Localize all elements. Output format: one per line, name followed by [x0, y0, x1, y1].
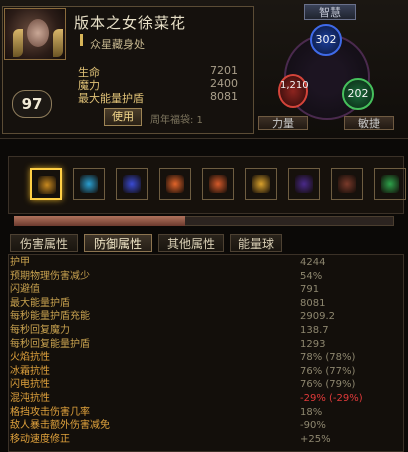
stat-row-label: 移动速度修正	[10, 433, 70, 445]
orb-icon	[338, 175, 356, 193]
dexterity-orb[interactable]: 202	[342, 78, 374, 110]
tab-energy-orb[interactable]: 能量球	[230, 234, 282, 252]
stat-row-value: 76% (79%)	[300, 379, 356, 391]
bolt-slot[interactable]	[245, 168, 277, 200]
stat-row-value: 78% (78%)	[300, 352, 356, 364]
stat-row: 移动速度修正 +25%	[10, 434, 400, 445]
sword-icon	[38, 176, 56, 194]
stat-row: 格挡攻击伤害几率 18%	[10, 407, 400, 418]
stat-row-value: 18%	[300, 406, 323, 418]
runner-icon	[80, 175, 98, 193]
stat-row-label: 闪避值	[10, 284, 40, 296]
stat-label: 最大能量护盾	[78, 92, 144, 105]
level-badge: 97	[12, 90, 52, 118]
wave-slot[interactable]	[288, 168, 320, 200]
stat-row-value: 791	[300, 284, 320, 296]
stat-row: 冰霜抗性 76% (77%)	[10, 366, 400, 377]
stat-row: 每秒回复能量护盾 1293	[10, 339, 400, 350]
stat-row-label: 每秒回复魔力	[10, 325, 70, 336]
stat-life: 生命 7201	[78, 64, 238, 79]
wisdom-orb[interactable]: 302	[310, 24, 342, 56]
stat-row-label: 每秒能量护盾充能	[10, 311, 90, 323]
stat-row: 闪电抗性 76% (79%)	[10, 379, 400, 390]
attribute-orbs: 智慧 302 1,210 202 力量 敏捷	[258, 4, 408, 134]
arcane-slot[interactable]	[116, 168, 148, 200]
character-subline: 众星藏身处	[90, 38, 145, 51]
wisdom-label: 智慧	[304, 4, 356, 20]
stat-row: 火焰抗性 78% (78%)	[10, 352, 400, 363]
character-portrait[interactable]	[4, 8, 66, 60]
stat-energy-shield: 最大能量护盾 8081	[78, 90, 238, 105]
chest-icon	[381, 175, 399, 193]
dash-icon	[209, 175, 227, 193]
wing-left-icon	[13, 29, 23, 57]
stat-row-label: 闪电抗性	[10, 379, 50, 391]
stat-row-value: 4244	[300, 257, 326, 268]
stat-value: 8081	[210, 90, 238, 103]
character-name: 版本之女徐菜花	[74, 14, 187, 32]
stat-row-value: +25%	[300, 433, 331, 445]
stat-row: 敌人暴击额外伤害减免 -90%	[10, 420, 400, 431]
stat-row-value: 8081	[300, 297, 326, 309]
wave-icon	[295, 175, 313, 193]
stat-row: 预期物理伤害减少 54%	[10, 271, 400, 282]
strength-orb[interactable]: 1,210	[278, 74, 309, 108]
dash-slot[interactable]	[202, 168, 234, 200]
stat-row-value: 76% (77%)	[300, 365, 356, 377]
stat-row: 每秒回复魔力 138.7	[10, 325, 400, 336]
runner-slot[interactable]	[73, 168, 105, 200]
portrait-face	[27, 19, 49, 47]
stat-row-label: 预期物理伤害减少	[10, 270, 90, 282]
stat-row-label: 混沌抗性	[10, 393, 50, 404]
tab-other[interactable]: 其他属性	[158, 234, 224, 252]
strength-label: 力量	[258, 116, 308, 130]
bolt-icon	[252, 175, 270, 193]
anniversary-label: 周年福袋: 1	[150, 115, 203, 126]
fire-slot[interactable]	[159, 168, 191, 200]
stat-row-label: 火焰抗性	[10, 352, 50, 364]
fire-icon	[166, 175, 184, 193]
stat-row-value: -29% (-29%)	[300, 393, 363, 404]
stat-row: 闪避值 791	[10, 284, 400, 295]
use-button[interactable]: 使用	[104, 108, 142, 126]
stat-row: 护甲 4244	[10, 257, 400, 268]
stat-row-label: 冰霜抗性	[10, 365, 50, 377]
stat-row-value: 138.7	[300, 325, 329, 336]
sword-slot[interactable]	[30, 168, 62, 200]
wing-right-icon	[53, 29, 63, 57]
stat-row-label: 最大能量护盾	[10, 297, 70, 309]
stat-row-label: 护甲	[10, 257, 30, 268]
stat-row-value: 2909.2	[300, 311, 335, 323]
stat-value: 2400	[210, 77, 238, 90]
progress-bar-fill	[14, 216, 185, 226]
tab-defense[interactable]: 防御属性	[84, 234, 152, 252]
stat-row-value: 54%	[300, 270, 323, 282]
stat-row-label: 敌人暴击额外伤害减免	[10, 420, 110, 432]
orb-slot[interactable]	[331, 168, 363, 200]
dexterity-label: 敏捷	[344, 116, 394, 130]
stat-value: 7201	[210, 64, 238, 77]
stat-row-value: 1293	[300, 338, 326, 350]
stat-row: 最大能量护盾 8081	[10, 298, 400, 309]
chest-slot[interactable]	[374, 168, 406, 200]
stat-mana: 魔力 2400	[78, 77, 238, 92]
stat-row-label: 每秒回复能量护盾	[10, 338, 90, 350]
stat-row-value: -90%	[300, 420, 326, 432]
tab-damage[interactable]: 伤害属性	[10, 234, 78, 252]
arcane-icon	[123, 175, 141, 193]
stat-row: 混沌抗性 -29% (-29%)	[10, 393, 400, 404]
title-marker-icon	[80, 34, 83, 46]
stat-row-label: 格挡攻击伤害几率	[10, 406, 90, 418]
stat-row: 每秒能量护盾充能 2909.2	[10, 311, 400, 322]
